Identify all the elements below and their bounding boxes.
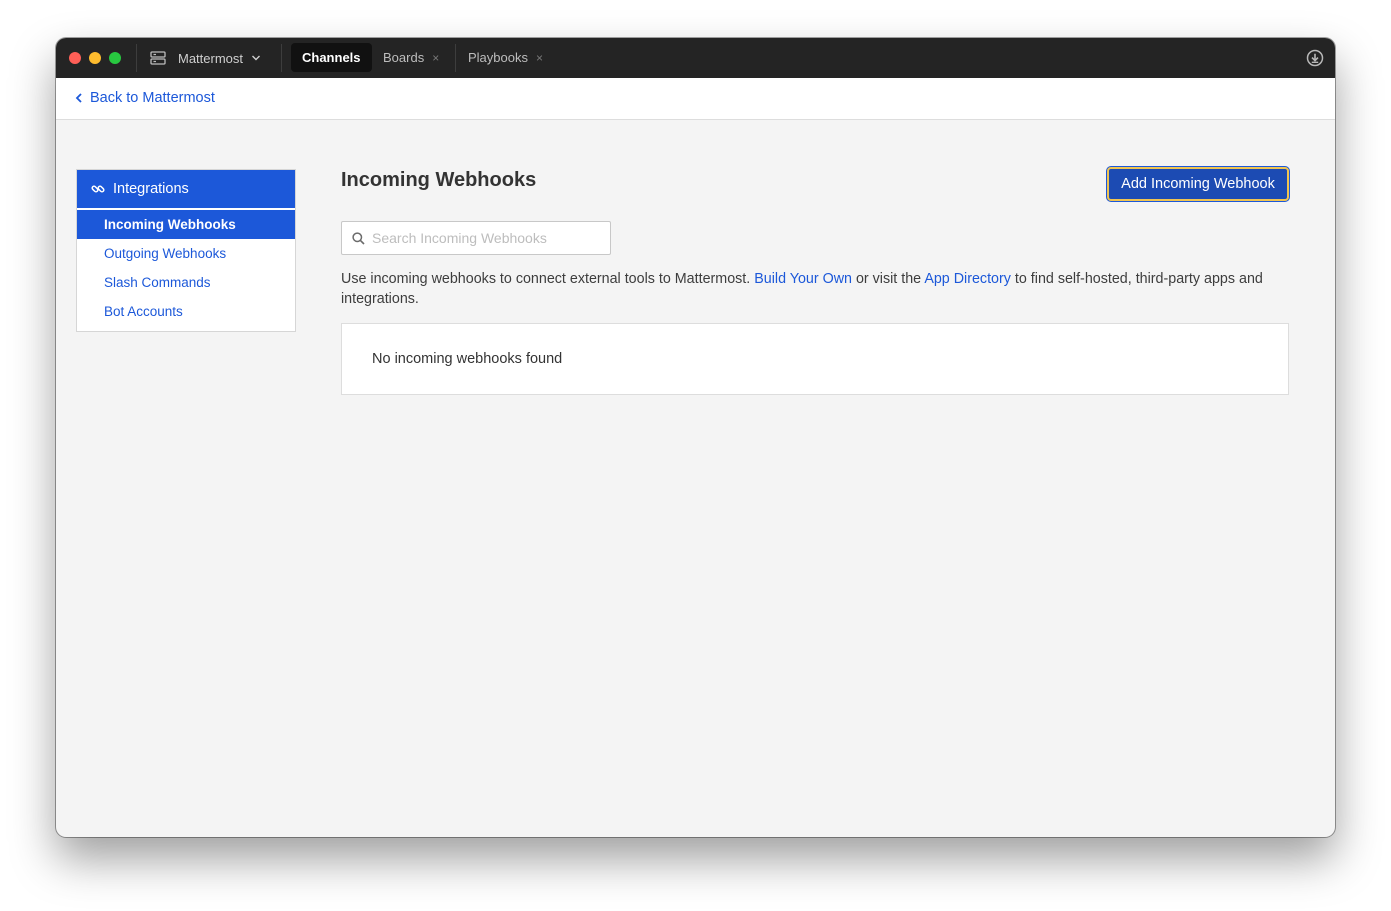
tab-label: Boards <box>383 50 425 65</box>
build-your-own-link[interactable]: Build Your Own <box>754 271 852 287</box>
back-to-mattermost-link[interactable]: Back to Mattermost <box>75 90 215 106</box>
add-incoming-webhook-button[interactable]: Add Incoming Webhook <box>1107 167 1289 201</box>
download-icon[interactable] <box>1306 49 1324 67</box>
tab-channels[interactable]: Channels <box>291 43 372 72</box>
tab-playbooks[interactable]: Playbooks × <box>457 43 554 72</box>
button-label: Add Incoming Webhook <box>1121 176 1275 192</box>
back-link-label: Back to Mattermost <box>90 90 215 106</box>
search-input[interactable] <box>372 230 592 246</box>
integrations-sidebar: Integrations Incoming Webhooks Outgoing … <box>76 169 296 332</box>
tab-boards[interactable]: Boards × <box>372 43 450 72</box>
sidebar-item-incoming-webhooks[interactable]: Incoming Webhooks <box>77 210 295 239</box>
chevron-left-icon <box>75 93 82 103</box>
maximize-window-button[interactable] <box>109 52 121 64</box>
sidebar-item-label: Bot Accounts <box>104 304 183 319</box>
description-text: Use incoming webhooks to connect externa… <box>341 269 1291 309</box>
server-name: Mattermost <box>178 50 244 66</box>
search-box[interactable] <box>341 221 611 255</box>
close-tab-icon[interactable]: × <box>432 51 439 65</box>
tab-label: Playbooks <box>468 50 528 65</box>
description-part: or visit the <box>852 271 925 287</box>
description-part: Use incoming webhooks to connect externa… <box>341 271 755 287</box>
back-bar: Back to Mattermost <box>56 78 1335 120</box>
divider <box>281 44 282 72</box>
sidebar-item-outgoing-webhooks[interactable]: Outgoing Webhooks <box>77 239 295 268</box>
app-window: Mattermost Channels Boards × Playbooks × <box>56 38 1335 837</box>
minimize-window-button[interactable] <box>89 52 101 64</box>
sidebar-header-label: Integrations <box>113 181 189 197</box>
sidebar-item-label: Slash Commands <box>104 275 211 290</box>
app-directory-link[interactable]: App Directory <box>924 271 1011 287</box>
close-window-button[interactable] <box>69 52 81 64</box>
sidebar-header: Integrations <box>77 170 295 208</box>
sidebar-item-bot-accounts[interactable]: Bot Accounts <box>77 297 295 326</box>
page-title: Incoming Webhooks <box>341 169 537 191</box>
webhooks-list-panel: No incoming webhooks found <box>341 323 1289 395</box>
title-bar: Mattermost Channels Boards × Playbooks × <box>56 38 1335 78</box>
empty-state-message: No incoming webhooks found <box>372 351 563 367</box>
sidebar-item-slash-commands[interactable]: Slash Commands <box>77 268 295 297</box>
sidebar-item-label: Outgoing Webhooks <box>104 246 227 261</box>
server-icon <box>150 51 166 65</box>
divider <box>455 44 456 72</box>
chevron-down-icon <box>252 55 261 61</box>
divider <box>136 44 137 72</box>
tab-label: Channels <box>302 50 361 65</box>
search-icon <box>352 231 365 245</box>
close-tab-icon[interactable]: × <box>536 51 543 65</box>
sidebar-item-label: Incoming Webhooks <box>104 217 236 232</box>
link-icon <box>91 185 105 193</box>
server-dropdown[interactable]: Mattermost <box>150 45 261 71</box>
